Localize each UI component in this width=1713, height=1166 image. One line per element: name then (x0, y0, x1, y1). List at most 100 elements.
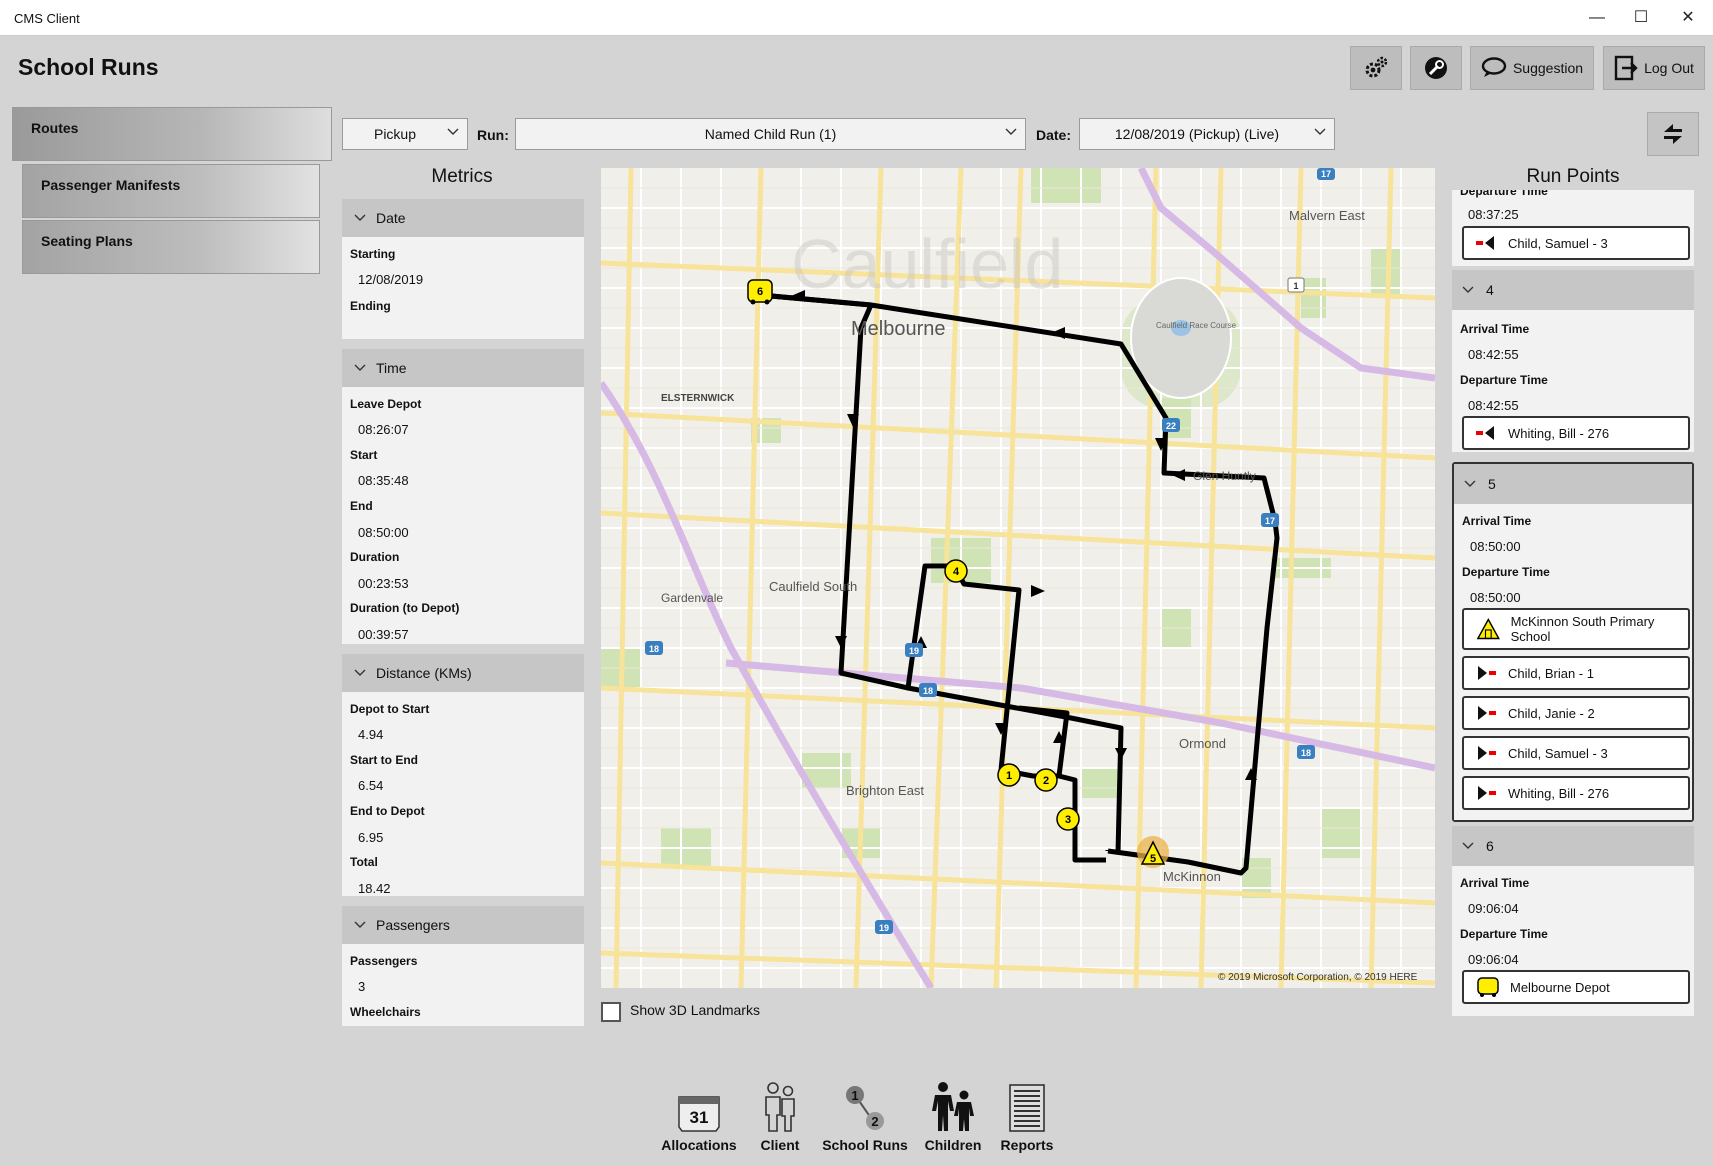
chevron-down-icon (1462, 286, 1474, 293)
map-label-malvern-east: Malvern East (1289, 208, 1365, 223)
svg-text:22: 22 (1166, 421, 1176, 431)
logout-button[interactable]: Log Out (1603, 46, 1705, 90)
passengers-label: Passengers (350, 954, 418, 968)
run-type-select[interactable]: Pickup (342, 118, 468, 150)
nav-seating-plans[interactable]: Seating Plans (22, 220, 320, 274)
start-to-end-label: Start to End (350, 753, 418, 767)
run-point-6-number: 6 (1486, 838, 1494, 854)
report-document-icon (1009, 1084, 1045, 1132)
window-titlebar: CMS Client — ☐ ✕ (0, 0, 1713, 36)
metrics-distance-header[interactable]: Distance (KMs) (342, 654, 584, 692)
metrics-title: Metrics (431, 166, 493, 187)
run-point-5-header[interactable]: 5 (1454, 464, 1692, 504)
svg-text:2: 2 (1043, 775, 1049, 787)
run-select[interactable]: Named Child Run (1) (515, 118, 1026, 150)
metrics-time-header[interactable]: Time (342, 349, 584, 387)
stop-marker-3[interactable]: 3 (1056, 807, 1080, 831)
stop-marker-4[interactable]: 4 (944, 559, 968, 583)
departure-time-value: 09:06:04 (1468, 952, 1519, 967)
passenger-card[interactable]: Child, Samuel - 3 (1462, 736, 1690, 770)
arrival-time-value: 09:06:04 (1468, 901, 1519, 916)
departure-time-value: 08:42:55 (1468, 398, 1519, 413)
run-point-4-header[interactable]: 4 (1452, 270, 1694, 310)
minimize-button[interactable]: — (1579, 6, 1615, 30)
start-to-end-value: 6.54 (358, 778, 384, 793)
run-point-6-header[interactable]: 6 (1452, 826, 1694, 866)
chevron-down-icon (1314, 128, 1326, 135)
show-3d-landmarks-checkbox[interactable] (601, 1002, 621, 1022)
run-type-value: Pickup (373, 126, 417, 142)
map-label-elsternwick: ELSTERNWICK (661, 393, 735, 404)
duration-value: 00:23:53 (358, 576, 409, 591)
metrics-date-header[interactable]: Date (342, 199, 584, 237)
date-value: 12/08/2019 (Pickup) (Live) (1114, 126, 1280, 142)
metrics-date-body: Starting 12/08/2019 Ending (342, 237, 584, 339)
svg-text:18: 18 (1301, 748, 1311, 758)
metrics-passengers-header[interactable]: Passengers (342, 906, 584, 944)
passenger-card[interactable]: Child, Brian - 1 (1462, 656, 1690, 690)
depot-card[interactable]: Melbourne Depot (1462, 970, 1690, 1004)
suggestion-button[interactable]: Suggestion (1470, 46, 1594, 90)
departure-time-label: Departure Time (1460, 373, 1548, 387)
close-button[interactable]: ✕ (1670, 6, 1706, 30)
arrival-time-label: Arrival Time (1460, 322, 1530, 336)
gears-icon (1365, 56, 1388, 78)
map-label-gardenvale: Gardenvale (661, 591, 723, 605)
stop-marker-1[interactable]: 1 (997, 763, 1021, 787)
svg-text:19: 19 (879, 923, 889, 933)
logout-label: Log Out (1644, 60, 1694, 76)
refresh-swap-button[interactable] (1647, 112, 1699, 156)
passenger-name: Whiting, Bill - 276 (1508, 425, 1610, 441)
client-label: Client (760, 1137, 800, 1153)
start-value: 08:35:48 (358, 473, 409, 488)
departure-time-label: Departure Time (1460, 190, 1548, 198)
departure-time-value: 08:50:00 (1470, 590, 1521, 605)
passenger-card[interactable]: Child, Samuel - 3 (1462, 226, 1690, 260)
maximize-button[interactable]: ☐ (1623, 6, 1659, 30)
run-point-4-number: 4 (1486, 282, 1494, 298)
departure-time-label: Departure Time (1462, 565, 1550, 579)
client-nav[interactable]: Client (735, 1075, 825, 1153)
nav-routes[interactable]: Routes (12, 107, 332, 161)
reports-label: Reports (1000, 1137, 1054, 1153)
map-canvas: 17 22 17 19 18 18 18 19 1 Caulfield Melb… (601, 168, 1435, 988)
run-points-list[interactable]: Departure Time 08:37:25 Child, Samuel - … (1452, 190, 1694, 1020)
settings-button[interactable] (1350, 46, 1402, 90)
school-card[interactable]: McKinnon South Primary School (1462, 608, 1690, 650)
school-runs-label: School Runs (822, 1137, 908, 1153)
starting-value: 12/08/2019 (358, 272, 424, 287)
allocations-label: Allocations (661, 1137, 737, 1153)
svg-text:18: 18 (649, 644, 659, 654)
dropoff-enter-icon (1478, 706, 1496, 720)
passenger-card[interactable]: Whiting, Bill - 276 (1462, 776, 1690, 810)
passenger-name: Whiting, Bill - 276 (1508, 785, 1610, 801)
route-map[interactable]: 17 22 17 19 18 18 18 19 1 Caulfield Melb… (601, 168, 1435, 988)
leave-depot-label: Leave Depot (350, 397, 422, 411)
stop-marker-5-school[interactable]: 5 (1137, 836, 1169, 868)
logout-icon (1614, 55, 1638, 81)
stop-marker-2[interactable]: 2 (1034, 768, 1058, 792)
passenger-name: Child, Samuel - 3 (1508, 235, 1608, 251)
allocations-nav[interactable]: 31 Allocations (654, 1075, 744, 1153)
passenger-card[interactable]: Child, Janie - 2 (1462, 696, 1690, 730)
reports-nav[interactable]: Reports (982, 1075, 1072, 1153)
wheelchairs-label: Wheelchairs (350, 1005, 421, 1019)
map-label-brighton-east: Brighton East (846, 783, 924, 798)
nav-passenger-manifests[interactable]: Passenger Manifests (22, 164, 320, 218)
support-button[interactable] (1410, 46, 1462, 90)
departure-time-label: Departure Time (1460, 927, 1548, 941)
chevron-down-icon (354, 214, 366, 221)
dropoff-exit-icon (1476, 236, 1494, 250)
date-select[interactable]: 12/08/2019 (Pickup) (Live) (1079, 118, 1335, 150)
run-value: Named Child Run (1) (704, 126, 837, 142)
school-runs-nav[interactable]: 1 2 School Runs (820, 1075, 910, 1153)
metrics-passengers-header-label: Passengers (376, 917, 450, 933)
metrics-time-header-label: Time (376, 360, 407, 376)
map-label-mckinnon: McKinnon (1163, 869, 1221, 884)
passenger-card[interactable]: Whiting, Bill - 276 (1462, 416, 1690, 450)
run-label: Run: (477, 127, 509, 143)
run-point-5-selected[interactable]: 5 Arrival Time 08:50:00 Departure Time 0… (1452, 462, 1694, 822)
stop-marker-6[interactable]: 6 (747, 279, 773, 305)
svg-text:17: 17 (1265, 516, 1275, 526)
arrival-time-value: 08:42:55 (1468, 347, 1519, 362)
